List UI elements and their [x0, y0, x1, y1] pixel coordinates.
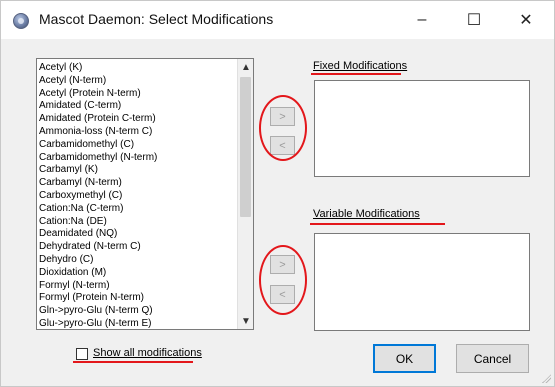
list-item[interactable]: Cation:Na (DE) — [39, 216, 237, 229]
select-modifications-dialog: Mascot Daemon: Select Modifications – ☐ … — [0, 0, 555, 387]
modifications-list-items: Acetyl (K) Acetyl (N-term) Acetyl (Protein… — [39, 62, 237, 329]
resize-grip-icon[interactable] — [541, 373, 551, 383]
fixed-modifications-label: Fixed Modifications — [313, 60, 408, 72]
ok-button[interactable]: OK — [373, 344, 436, 373]
add-variable-button[interactable]: > — [270, 255, 295, 274]
list-item[interactable]: Amidated (Protein C-term) — [39, 113, 237, 126]
list-item[interactable]: Deamidated (NQ) — [39, 228, 237, 241]
show-all-label[interactable]: Show all modifications — [93, 347, 202, 359]
fixed-label-annotation — [311, 73, 401, 75]
show-all-annotation — [73, 361, 193, 363]
modifications-list[interactable]: Acetyl (K) Acetyl (N-term) Acetyl (Protein… — [36, 58, 254, 330]
remove-fixed-button[interactable]: < — [270, 136, 295, 155]
list-item[interactable]: Acetyl (N-term) — [39, 75, 237, 88]
list-item[interactable]: Dehydro (C) — [39, 254, 237, 267]
fixed-modifications-box[interactable] — [314, 80, 530, 177]
maximize-button[interactable]: ☐ — [457, 7, 491, 33]
variable-modifications-box[interactable] — [314, 233, 530, 331]
list-item[interactable]: Acetyl (K) — [39, 62, 237, 75]
minimize-button[interactable]: – — [405, 7, 439, 33]
remove-variable-button[interactable]: < — [270, 285, 295, 304]
close-button[interactable]: ✕ — [509, 7, 543, 33]
list-item[interactable]: Glu->pyro-Glu (N-term E) — [39, 318, 237, 329]
list-item[interactable]: Formyl (Protein N-term) — [39, 292, 237, 305]
list-item[interactable]: Carbamyl (N-term) — [39, 177, 237, 190]
scroll-down-icon[interactable]: ▼ — [238, 313, 253, 329]
list-item[interactable]: Carboxymethyl (C) — [39, 190, 237, 203]
variable-modifications-label: Variable Modifications — [313, 208, 420, 220]
list-item[interactable]: Carbamyl (K) — [39, 164, 237, 177]
list-item[interactable]: Carbamidomethyl (C) — [39, 139, 237, 152]
title-bar: Mascot Daemon: Select Modifications – ☐ … — [1, 1, 554, 39]
variable-label-annotation — [310, 223, 445, 225]
list-item[interactable]: Dioxidation (M) — [39, 267, 237, 280]
list-item[interactable]: Carbamidomethyl (N-term) — [39, 152, 237, 165]
list-item[interactable]: Amidated (C-term) — [39, 100, 237, 113]
cancel-button[interactable]: Cancel — [456, 344, 529, 373]
list-item[interactable]: Acetyl (Protein N-term) — [39, 88, 237, 101]
list-item[interactable]: Ammonia-loss (N-term C) — [39, 126, 237, 139]
list-item[interactable]: Gln->pyro-Glu (N-term Q) — [39, 305, 237, 318]
show-all-checkbox[interactable] — [76, 348, 88, 360]
list-item[interactable]: Dehydrated (N-term C) — [39, 241, 237, 254]
scroll-thumb[interactable] — [240, 77, 251, 217]
list-item[interactable]: Cation:Na (C-term) — [39, 203, 237, 216]
scroll-up-icon[interactable]: ▲ — [238, 59, 253, 75]
add-fixed-button[interactable]: > — [270, 107, 295, 126]
mascot-app-icon — [13, 13, 29, 29]
list-item[interactable]: Formyl (N-term) — [39, 280, 237, 293]
window-title: Mascot Daemon: Select Modifications — [39, 11, 274, 27]
list-scrollbar[interactable]: ▲ ▼ — [237, 59, 253, 329]
